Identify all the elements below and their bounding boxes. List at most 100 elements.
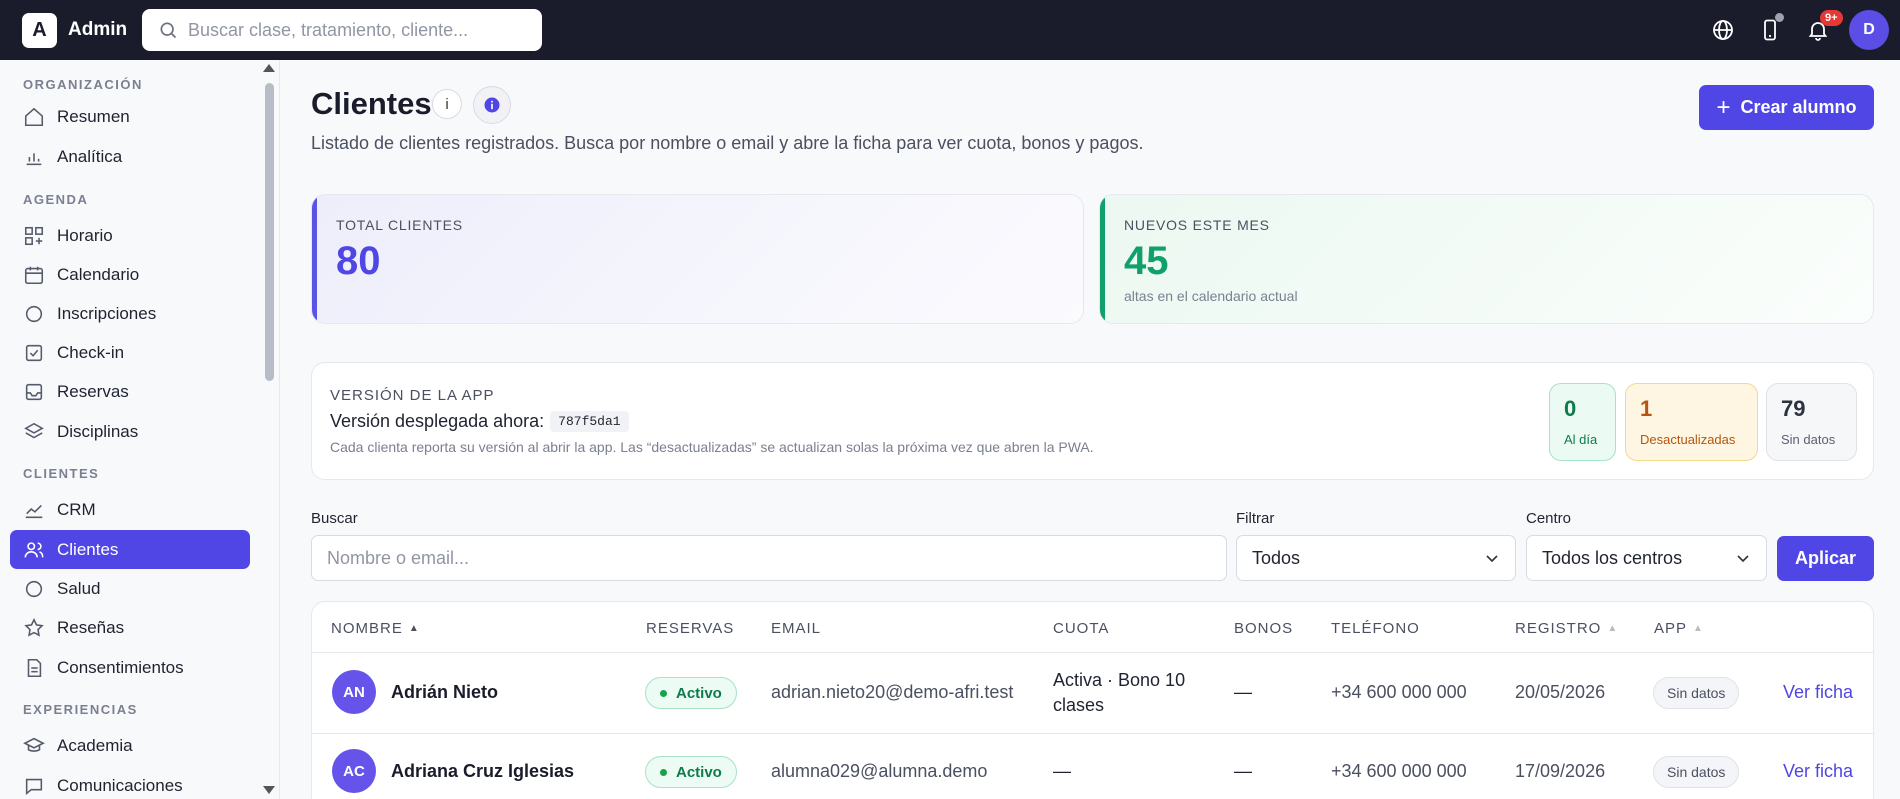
- sidebar-item-consentimientos[interactable]: Consentimientos: [10, 648, 250, 687]
- client-phone: +34 600 000 000: [1331, 761, 1467, 781]
- column-header-cuota[interactable]: CUOTA: [1053, 620, 1109, 637]
- search-icon: [160, 22, 177, 39]
- check-square-icon: [25, 344, 43, 361]
- sidebar-item-horario[interactable]: Horario: [10, 216, 250, 255]
- scroll-up-arrow-icon[interactable]: [263, 64, 275, 72]
- sidebar-item-comunicaciones[interactable]: Comunicaciones: [10, 766, 250, 799]
- info-button[interactable]: [473, 86, 511, 124]
- scroll-down-arrow-icon[interactable]: [263, 786, 275, 794]
- stat-note: altas en el calendario actual: [1124, 288, 1298, 304]
- sidebar-item-reservas[interactable]: Reservas: [10, 372, 250, 411]
- client-bonos: —: [1234, 761, 1252, 781]
- globe-icon: [1713, 20, 1733, 40]
- outdated-count[interactable]: 1 Desactualizadas: [1625, 383, 1758, 461]
- sidebar-item-label: Consentimientos: [57, 657, 184, 677]
- circle-icon: [25, 580, 43, 597]
- sidebar-item-academia[interactable]: Academia: [10, 726, 250, 765]
- column-header-nombre[interactable]: NOMBRE ▲: [331, 620, 420, 637]
- view-profile-link[interactable]: Ver ficha: [1783, 761, 1853, 782]
- sidebar-item-label: Resumen: [57, 106, 130, 126]
- top-bar: A Admin 9+ D: [0, 0, 1900, 60]
- row-divider: [312, 733, 1873, 734]
- center-select[interactable]: Todos los centros: [1526, 535, 1767, 581]
- sidebar-item-label: Check-in: [57, 342, 125, 362]
- sidebar-item-label: Reservas: [57, 381, 129, 401]
- sidebar-item-label: Horario: [57, 225, 113, 245]
- apply-button[interactable]: Aplicar: [1777, 536, 1874, 581]
- sidebar-item-label: CRM: [57, 499, 96, 519]
- sidebar-item-salud[interactable]: Salud: [10, 569, 250, 608]
- language-button[interactable]: [1709, 16, 1737, 44]
- center-label: Centro: [1526, 510, 1572, 527]
- client-search-field[interactable]: [311, 535, 1227, 581]
- trend-icon: [25, 504, 43, 518]
- column-label: TELÉFONO: [1331, 620, 1420, 637]
- stat-label: NUEVOS ESTE MES: [1124, 217, 1270, 233]
- help-button[interactable]: i: [432, 89, 462, 119]
- app-logo[interactable]: A: [22, 13, 57, 48]
- client-search-input[interactable]: [327, 547, 1211, 569]
- sidebar-item-calendario[interactable]: Calendario: [10, 255, 250, 294]
- user-avatar[interactable]: D: [1849, 10, 1889, 50]
- app-name: Admin: [68, 19, 128, 40]
- client-registered: 20/05/2026: [1515, 682, 1606, 702]
- status-badge: Activo: [645, 756, 737, 788]
- filter-select-value: Todos: [1252, 547, 1301, 568]
- sidebar-item-crm[interactable]: CRM: [10, 490, 250, 529]
- mobile-app-button[interactable]: [1756, 13, 1784, 44]
- column-label: EMAIL: [771, 620, 822, 637]
- client-name[interactable]: Adriana Cruz Iglesias: [391, 761, 574, 782]
- total-clients-card: TOTAL CLIENTES 80: [311, 194, 1084, 324]
- sidebar-item-label: Reseñas: [57, 617, 125, 637]
- new-clients-card: NUEVOS ESTE MES 45 altas en el calendari…: [1099, 194, 1874, 324]
- status-dot: [1775, 13, 1784, 22]
- sidebar-item-label: Academia: [57, 735, 133, 755]
- stat-value: 80: [336, 239, 381, 283]
- version-code: 787f5da1: [550, 411, 629, 432]
- sidebar-item-analitica[interactable]: Analítica: [10, 137, 250, 176]
- chevron-down-icon: [1737, 555, 1749, 563]
- create-student-button[interactable]: + Crear alumno: [1699, 85, 1874, 130]
- sidebar-item-inscripciones[interactable]: Inscripciones: [10, 294, 250, 333]
- column-header-reservas[interactable]: RESERVAS: [646, 620, 734, 637]
- client-registered: 17/09/2026: [1515, 761, 1606, 781]
- deployed-version-text: Versión desplegada ahora:: [330, 411, 545, 431]
- scrollbar-thumb[interactable]: [265, 83, 274, 381]
- stat-label: TOTAL CLIENTES: [336, 217, 463, 233]
- page-title: Clientes: [311, 86, 432, 121]
- no-data-count[interactable]: 79 Sin datos: [1766, 383, 1857, 461]
- column-header-registro[interactable]: REGISTRO ▲: [1515, 620, 1618, 637]
- filter-select[interactable]: Todos: [1236, 535, 1516, 581]
- column-header-app[interactable]: APP ▲: [1654, 620, 1704, 637]
- sidebar-item-resumen[interactable]: Resumen: [10, 97, 250, 136]
- sidebar-item-resenas[interactable]: Reseñas: [10, 608, 250, 647]
- column-header-telefono[interactable]: TELÉFONO: [1331, 620, 1420, 637]
- create-student-label: Crear alumno: [1740, 97, 1857, 117]
- global-search-input[interactable]: [188, 19, 528, 41]
- home-icon: [24, 107, 44, 126]
- status-dot: [660, 768, 667, 776]
- column-header-bonos[interactable]: BONOS: [1234, 620, 1293, 637]
- column-header-email[interactable]: EMAIL: [771, 620, 821, 637]
- accent-bar: [1100, 195, 1105, 323]
- sidebar-item-label: Analítica: [57, 146, 123, 166]
- sidebar-item-disciplinas[interactable]: Disciplinas: [10, 412, 250, 451]
- notifications-button[interactable]: 9+: [1804, 10, 1843, 44]
- client-quota-line2: clases: [1053, 695, 1105, 715]
- sidebar-item-clientes[interactable]: Clientes: [10, 530, 250, 569]
- client-bonos: —: [1234, 682, 1252, 702]
- sidebar-item-check-in[interactable]: Check-in: [10, 333, 250, 372]
- view-profile-link[interactable]: Ver ficha: [1783, 682, 1853, 703]
- users-icon: [24, 541, 44, 557]
- sidebar-section-title: CLIENTES: [23, 466, 100, 481]
- count-label: Desactualizadas: [1640, 432, 1736, 447]
- status-text: Activo: [676, 684, 722, 702]
- client-name[interactable]: Adrián Nieto: [391, 682, 498, 703]
- graduation-cap-icon: [23, 737, 45, 752]
- up-to-date-count[interactable]: 0 Al día: [1549, 383, 1616, 461]
- info-icon: [484, 97, 500, 113]
- client-quota-line1: Activa · Bono 10: [1053, 670, 1186, 690]
- deployed-version-line: Versión desplegada ahora: 787f5da1: [330, 411, 629, 432]
- global-search[interactable]: [142, 9, 542, 51]
- sidebar-item-label: Disciplinas: [57, 421, 139, 441]
